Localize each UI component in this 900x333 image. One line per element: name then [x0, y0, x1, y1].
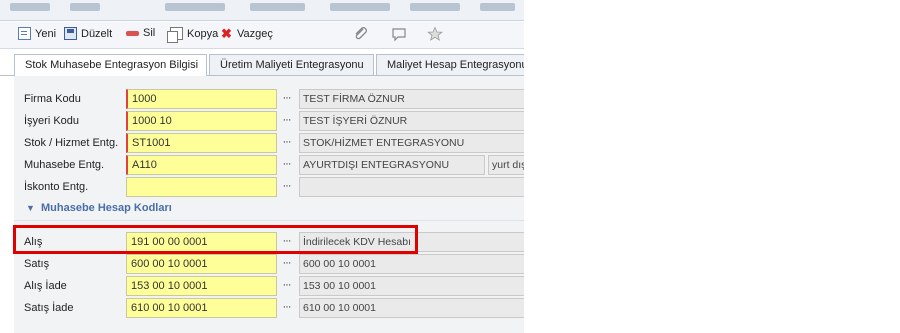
- field-label: Muhasebe Entg.: [24, 159, 105, 171]
- field-row-discount: İskonto Entg. ···: [14, 177, 524, 197]
- field-label: İskonto Entg.: [24, 181, 89, 193]
- copy-button[interactable]: Kopya: [167, 27, 219, 43]
- new-document-icon: [18, 27, 31, 40]
- copy-button-label: Kopya: [187, 27, 219, 40]
- sales-return-account-input[interactable]: 610 00 10 0001: [126, 298, 277, 318]
- field-row-company: Firma Kodu 1000 ··· TEST FİRMA ÖZNUR: [14, 89, 524, 109]
- lookup-button[interactable]: ···: [279, 91, 294, 107]
- workplace-name-field: TEST İŞYERİ ÖZNUR: [299, 111, 524, 131]
- app-window: Yeni Düzelt Sil Kopya ✖ Vazgeç Stok Muha…: [0, 0, 524, 333]
- tab-cost-account[interactable]: Maliyet Hesap Entegrasyonu: [376, 54, 524, 75]
- discount-code-input[interactable]: [126, 177, 277, 197]
- save-disk-icon: [64, 27, 77, 40]
- field-label: Satış İade: [24, 302, 74, 314]
- collapse-arrow-icon[interactable]: ▼: [26, 203, 35, 213]
- field-label: Alış İade: [24, 280, 67, 292]
- tab-production-cost[interactable]: Üretim Maliyeti Entegrasyonu: [209, 54, 374, 75]
- star-icon[interactable]: [426, 26, 444, 44]
- field-row-workplace: İşyeri Kodu 1000 10 ··· TEST İŞYERİ ÖZNU…: [14, 111, 524, 131]
- tab-bar: Stok Muhasebe Entegrasyon Bilgisi Üretim…: [14, 54, 524, 76]
- workplace-code-input[interactable]: 1000 10: [126, 111, 277, 131]
- top-menu-strip: [0, 0, 524, 21]
- close-icon: ✖: [221, 26, 232, 41]
- section-title: Muhasebe Hesap Kodları: [41, 202, 172, 214]
- toolbar: Yeni Düzelt Sil Kopya ✖ Vazgeç: [0, 22, 524, 49]
- company-name-field: TEST FİRMA ÖZNUR: [299, 89, 524, 109]
- lookup-button[interactable]: ···: [279, 300, 294, 316]
- edit-button[interactable]: Düzelt: [64, 27, 112, 40]
- account-row-sales-return: Satış İade 610 00 10 0001 ··· 610 00 10 …: [14, 298, 524, 318]
- delete-button[interactable]: Sil: [126, 27, 155, 39]
- minus-icon: [126, 31, 139, 36]
- field-label: Satış: [24, 258, 50, 270]
- comment-icon[interactable]: [390, 26, 408, 44]
- lookup-button[interactable]: ···: [279, 113, 294, 129]
- field-label: Firma Kodu: [24, 93, 81, 105]
- cancel-button[interactable]: ✖ Vazgeç: [220, 27, 273, 40]
- accounting-extra-field: yurt dışı: [488, 155, 524, 175]
- delete-button-label: Sil: [143, 27, 156, 39]
- field-label: Stok / Hizmet Entg.: [24, 137, 119, 149]
- new-button-label: Yeni: [35, 27, 57, 40]
- cancel-button-label: Vazgeç: [237, 27, 273, 40]
- stock-service-code-input[interactable]: ST1001: [126, 133, 277, 153]
- tab-label: Maliyet Hesap Entegrasyonu: [387, 59, 524, 71]
- tab-label: Üretim Maliyeti Entegrasyonu: [220, 59, 364, 71]
- tab-stock-accounting[interactable]: Stok Muhasebe Entegrasyon Bilgisi: [14, 54, 207, 76]
- lookup-button[interactable]: ···: [279, 157, 294, 173]
- form-panel: Firma Kodu 1000 ··· TEST FİRMA ÖZNUR İşy…: [14, 76, 524, 333]
- highlight-box: [13, 225, 418, 254]
- copy-icon: [167, 27, 183, 43]
- section-header-accounts[interactable]: ▼ Muhasebe Hesap Kodları: [14, 198, 524, 221]
- purchase-return-account-input[interactable]: 153 00 10 0001: [126, 276, 277, 296]
- account-row-sales: Satış 600 00 10 0001 ··· 600 00 10 0001: [14, 254, 524, 274]
- edit-button-label: Düzelt: [81, 27, 113, 40]
- paperclip-icon[interactable]: [352, 26, 370, 44]
- lookup-button[interactable]: ···: [279, 256, 294, 272]
- lookup-button[interactable]: ···: [279, 135, 294, 151]
- accounting-name-field: AYURTDIŞI ENTEGRASYONU: [299, 155, 485, 175]
- field-row-stock-service: Stok / Hizmet Entg. ST1001 ··· STOK/HİZM…: [14, 133, 524, 153]
- lookup-button[interactable]: ···: [279, 278, 294, 294]
- lookup-button[interactable]: ···: [279, 179, 294, 195]
- sales-return-account-desc: 610 00 10 0001: [299, 298, 524, 318]
- tab-label: Stok Muhasebe Entegrasyon Bilgisi: [25, 59, 199, 71]
- accounting-code-input[interactable]: A110: [126, 155, 277, 175]
- new-button[interactable]: Yeni: [18, 27, 56, 40]
- stock-service-name-field: STOK/HİZMET ENTEGRASYONU: [299, 133, 524, 153]
- company-code-input[interactable]: 1000: [126, 89, 277, 109]
- sales-account-desc: 600 00 10 0001: [299, 254, 524, 274]
- field-label: İşyeri Kodu: [24, 115, 80, 127]
- account-row-purchase-return: Alış İade 153 00 10 0001 ··· 153 00 10 0…: [14, 276, 524, 296]
- field-row-accounting: Muhasebe Entg. A110 ··· AYURTDIŞI ENTEGR…: [14, 155, 524, 175]
- discount-name-field: [299, 177, 524, 197]
- sales-account-input[interactable]: 600 00 10 0001: [126, 254, 277, 274]
- purchase-return-account-desc: 153 00 10 0001: [299, 276, 524, 296]
